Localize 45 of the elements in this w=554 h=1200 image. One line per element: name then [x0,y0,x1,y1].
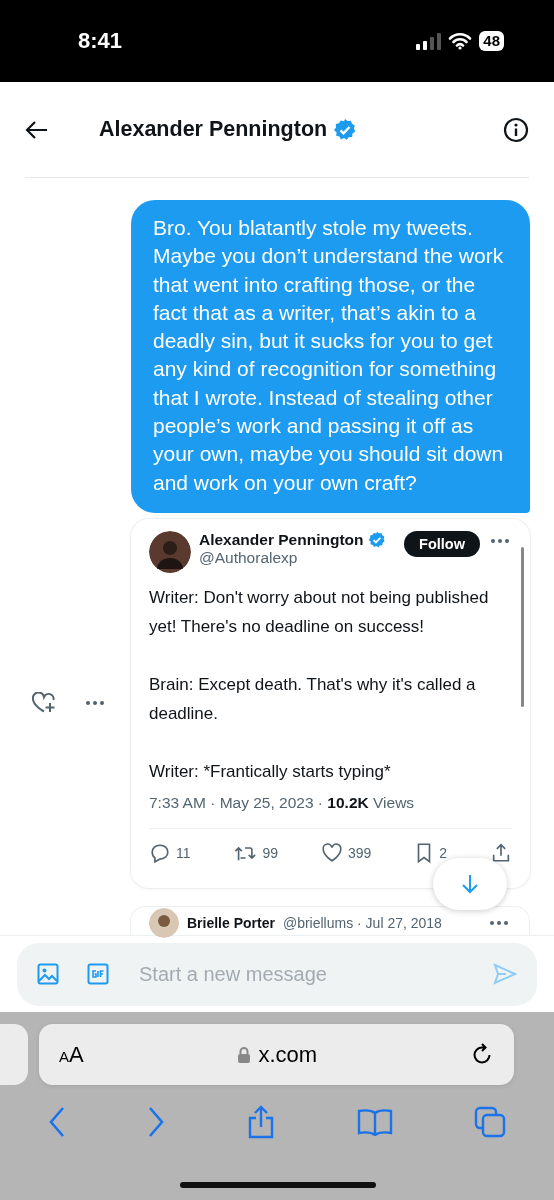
share-icon[interactable] [246,1105,276,1139]
image-icon[interactable] [37,963,59,985]
author-handle: @briellums · Jul 27, 2018 [282,915,443,931]
back-arrow-icon[interactable] [25,119,49,140]
tweet-meta: 7:33 AM · May 25, 2023 · 10.2K Views [149,793,512,829]
tweet-text: Brain: Except death. That's why it's called a deadline. [149,673,477,725]
info-icon[interactable] [503,116,529,143]
url-text: x.com [258,1041,318,1068]
author-handle: @Authoralexp [199,548,299,567]
tabs-icon[interactable] [473,1106,506,1138]
book-icon[interactable] [356,1108,393,1136]
address-bar[interactable]: AA x.com [39,1024,514,1085]
message-bubble: Bro. You blatantly stole my tweets. Maybe you don’t understand the work that went into crafting those, or the fact that as a writer, that’s akin to a deadly sin, but it sucks for you to get any kind of recognition for something that I wrote. Instead of stealing other people’s work and passing it off as your own, maybe you should sit down and work on your own craft? [131,200,530,513]
follow-button[interactable]: Follow [404,530,480,557]
signal-icon [415,32,442,50]
heart-plus-icon[interactable] [30,692,57,715]
message-composer[interactable]: Start a new message [17,942,537,1006]
scroll-down-button[interactable] [433,857,507,910]
down-arrow-icon [461,873,479,894]
battery-level: 48 [479,31,504,51]
comment-icon [149,841,171,864]
author-name: Brielle Porter [187,915,275,931]
message-field[interactable]: Start a new message [137,961,465,987]
tweet-text: Writer: *Frantically starts typing* [149,760,392,783]
tweet-text: Writer: Don't worry about not being published yet! There's no deadline on success! [149,586,490,638]
avatar [149,908,179,938]
clock: 8:41 [78,28,124,54]
heart-icon [320,841,343,864]
shared-tweet-card[interactable] [131,518,530,888]
forward-icon[interactable] [147,1106,166,1138]
action-count: 2 [439,844,448,861]
author-name: Alexander Pennington [199,530,364,549]
previous-tab-preview[interactable] [0,1024,28,1085]
conversation-title: Alexander Pennington [99,117,328,142]
text-size-button[interactable]: AA [59,1041,84,1068]
send-icon[interactable] [493,963,517,985]
wifi-icon [448,32,473,50]
next-tweet-card[interactable]: Brielle Porter @briellums · Jul 27, 2018 [131,907,529,935]
gif-icon[interactable] [87,963,109,985]
back-icon[interactable] [48,1106,67,1138]
avatar [149,530,191,573]
action-count: 99 [262,844,279,861]
lock-icon [236,1045,251,1064]
action-count: 399 [347,844,372,861]
action-count: 11 [176,844,191,861]
